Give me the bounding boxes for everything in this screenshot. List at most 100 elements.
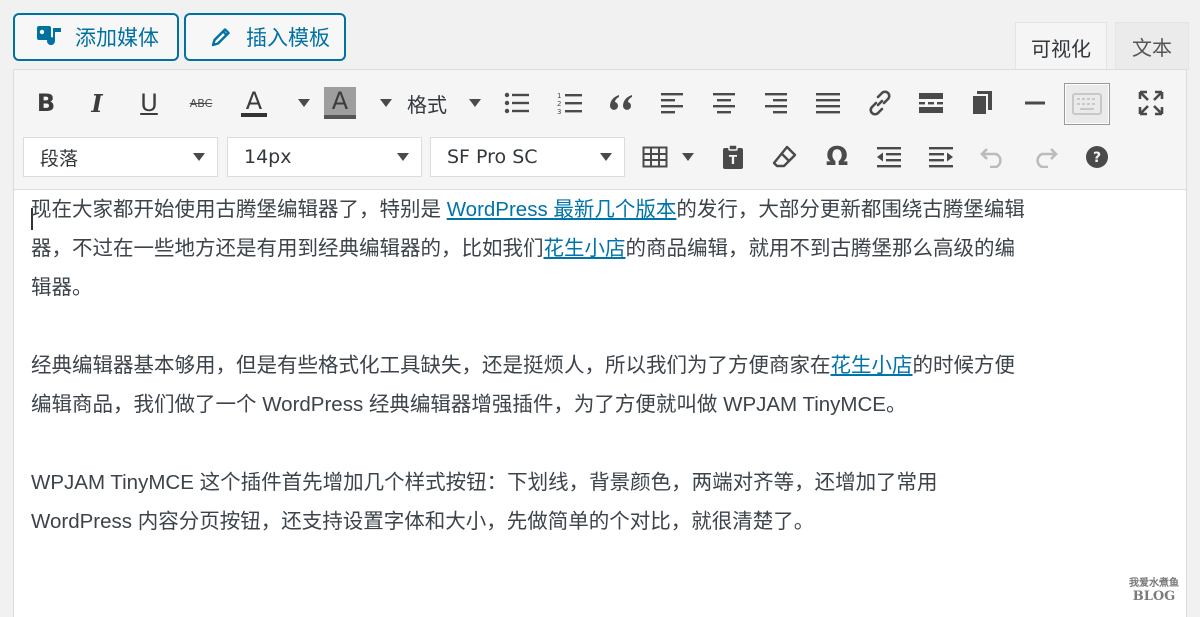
align-right-icon <box>765 93 787 114</box>
insert-link-button[interactable] <box>865 83 895 123</box>
horizontal-line-icon <box>1025 101 1045 105</box>
redo-icon <box>1036 148 1058 168</box>
chevron-down-icon <box>469 99 481 107</box>
align-right-button[interactable] <box>761 83 791 123</box>
align-justify-button[interactable] <box>813 83 843 123</box>
clipboard-icon: T <box>723 144 743 169</box>
clear-formatting-button[interactable] <box>770 137 800 177</box>
keyboard-shortcuts-button[interactable]: ? <box>1082 137 1112 177</box>
text-color-swatch <box>241 113 267 117</box>
svg-text:3: 3 <box>557 108 561 115</box>
svg-text:1: 1 <box>557 92 561 100</box>
formats-label: 格式 <box>407 92 447 117</box>
add-media-label: 添加媒体 <box>75 26 159 50</box>
outdent-icon <box>877 147 901 168</box>
chevron-down-icon <box>600 153 612 161</box>
blockquote-button[interactable] <box>606 83 636 123</box>
svg-text:?: ? <box>1093 150 1101 166</box>
underline-button[interactable]: U <box>134 83 164 123</box>
svg-text:T: T <box>729 153 738 167</box>
editor-toolbar: B I U ABC A A 格式 1 2 3 段落 14px SF Pro SC… <box>14 70 1186 190</box>
horizontal-line-button[interactable] <box>1020 83 1050 123</box>
font-family-select-value: SF Pro SC <box>447 146 538 168</box>
media-icon <box>35 22 65 52</box>
format-select-value: 段落 <box>40 147 79 170</box>
indent-button[interactable] <box>926 137 956 177</box>
align-left-icon <box>661 93 683 114</box>
chevron-down-icon <box>397 153 409 161</box>
quote-icon <box>610 95 632 110</box>
tab-text-label: 文本 <box>1132 35 1172 60</box>
strikethrough-button[interactable]: ABC <box>184 83 218 123</box>
numbered-list-button[interactable]: 1 2 3 <box>555 83 585 123</box>
editor-content[interactable]: 现在大家都开始使用古腾堡编辑器了，特别是 WordPress 最新几个版本的发行… <box>31 190 1031 580</box>
background-color-button[interactable]: A <box>320 83 360 123</box>
outdent-button[interactable] <box>874 137 904 177</box>
undo-button[interactable] <box>978 137 1008 177</box>
chevron-down-icon <box>380 99 392 107</box>
eraser-icon <box>772 145 797 168</box>
table-button[interactable] <box>640 137 670 177</box>
font-size-select-value: 14px <box>244 146 292 168</box>
chevron-down-icon <box>298 99 310 107</box>
watermark-logo: 我爱水煮鱼 BLOG <box>1118 577 1190 607</box>
redo-button[interactable] <box>1030 137 1060 177</box>
table-icon <box>642 146 668 168</box>
text-color-label: A <box>245 87 263 115</box>
indent-icon <box>929 147 953 168</box>
align-center-icon <box>713 93 735 114</box>
link-peanut-store[interactable]: 花生小店 <box>831 354 913 377</box>
toolbar-toggle-button[interactable] <box>1064 83 1110 125</box>
background-color-dropdown[interactable] <box>376 83 396 123</box>
link-icon <box>869 90 891 116</box>
font-family-select[interactable]: SF Pro SC <box>430 137 625 177</box>
omega-icon: Ω <box>825 142 849 172</box>
font-size-select[interactable]: 14px <box>227 137 422 177</box>
align-justify-icon <box>816 93 840 114</box>
page-break-button[interactable] <box>967 83 997 123</box>
watermark-line2: BLOG <box>1132 589 1176 604</box>
page-break-icon <box>971 91 992 116</box>
read-more-icon <box>919 93 943 113</box>
insert-template-button[interactable]: 插入模板 <box>184 13 346 61</box>
link-wordpress-versions[interactable]: WordPress 最新几个版本 <box>447 198 677 221</box>
paste-text-button[interactable]: T <box>718 137 748 177</box>
italic-label: I <box>91 88 103 118</box>
keyboard-icon <box>1072 93 1102 115</box>
chevron-down-icon <box>682 153 694 161</box>
align-center-button[interactable] <box>709 83 739 123</box>
formats-menu[interactable]: 格式 <box>407 83 481 123</box>
insert-template-label: 插入模板 <box>246 26 330 50</box>
fullscreen-icon <box>1138 90 1164 116</box>
bullet-list-icon <box>504 92 529 114</box>
tab-text[interactable]: 文本 <box>1115 22 1189 70</box>
link-peanut-store[interactable]: 花生小店 <box>544 237 626 260</box>
svg-text:2: 2 <box>557 100 561 108</box>
underline-label: U <box>140 89 158 117</box>
special-character-button[interactable]: Ω <box>822 137 852 177</box>
tab-visual[interactable]: 可视化 <box>1015 22 1107 71</box>
text-run: 经典编辑器基本够用，但是有些格式化工具缺失，还是挺烦人，所以我们为了方便商家在 <box>31 354 831 377</box>
bullet-list-button[interactable] <box>502 83 532 123</box>
background-color-swatch <box>324 115 356 119</box>
read-more-button[interactable] <box>915 83 947 123</box>
pencil-icon <box>206 22 236 52</box>
strikethrough-label: ABC <box>189 96 213 110</box>
text-color-button[interactable]: A <box>236 83 272 123</box>
editor: B I U ABC A A 格式 1 2 3 段落 14px SF Pro SC… <box>13 69 1187 617</box>
tab-visual-label: 可视化 <box>1031 36 1091 61</box>
table-dropdown[interactable] <box>678 137 698 177</box>
text-color-dropdown[interactable] <box>294 83 314 123</box>
paragraph: 经典编辑器基本够用，但是有些格式化工具缺失，还是挺烦人，所以我们为了方便商家在花… <box>31 346 1031 424</box>
fullscreen-button[interactable] <box>1136 83 1166 123</box>
align-left-button[interactable] <box>657 83 687 123</box>
bold-button[interactable]: B <box>31 83 61 123</box>
paragraph: WPJAM TinyMCE 这个插件首先增加几个样式按钮：下划线，背景颜色，两端… <box>31 471 938 533</box>
add-media-button[interactable]: 添加媒体 <box>13 13 179 61</box>
italic-button[interactable]: I <box>82 83 112 123</box>
chevron-down-icon <box>193 153 205 161</box>
paragraph: 现在大家都开始使用古腾堡编辑器了，特别是 WordPress 最新几个版本的发行… <box>31 190 1031 307</box>
format-select[interactable]: 段落 <box>23 137 218 177</box>
text-run: 现在大家都开始使用古腾堡编辑器了，特别是 <box>31 198 447 221</box>
background-color-label: A <box>324 87 356 115</box>
